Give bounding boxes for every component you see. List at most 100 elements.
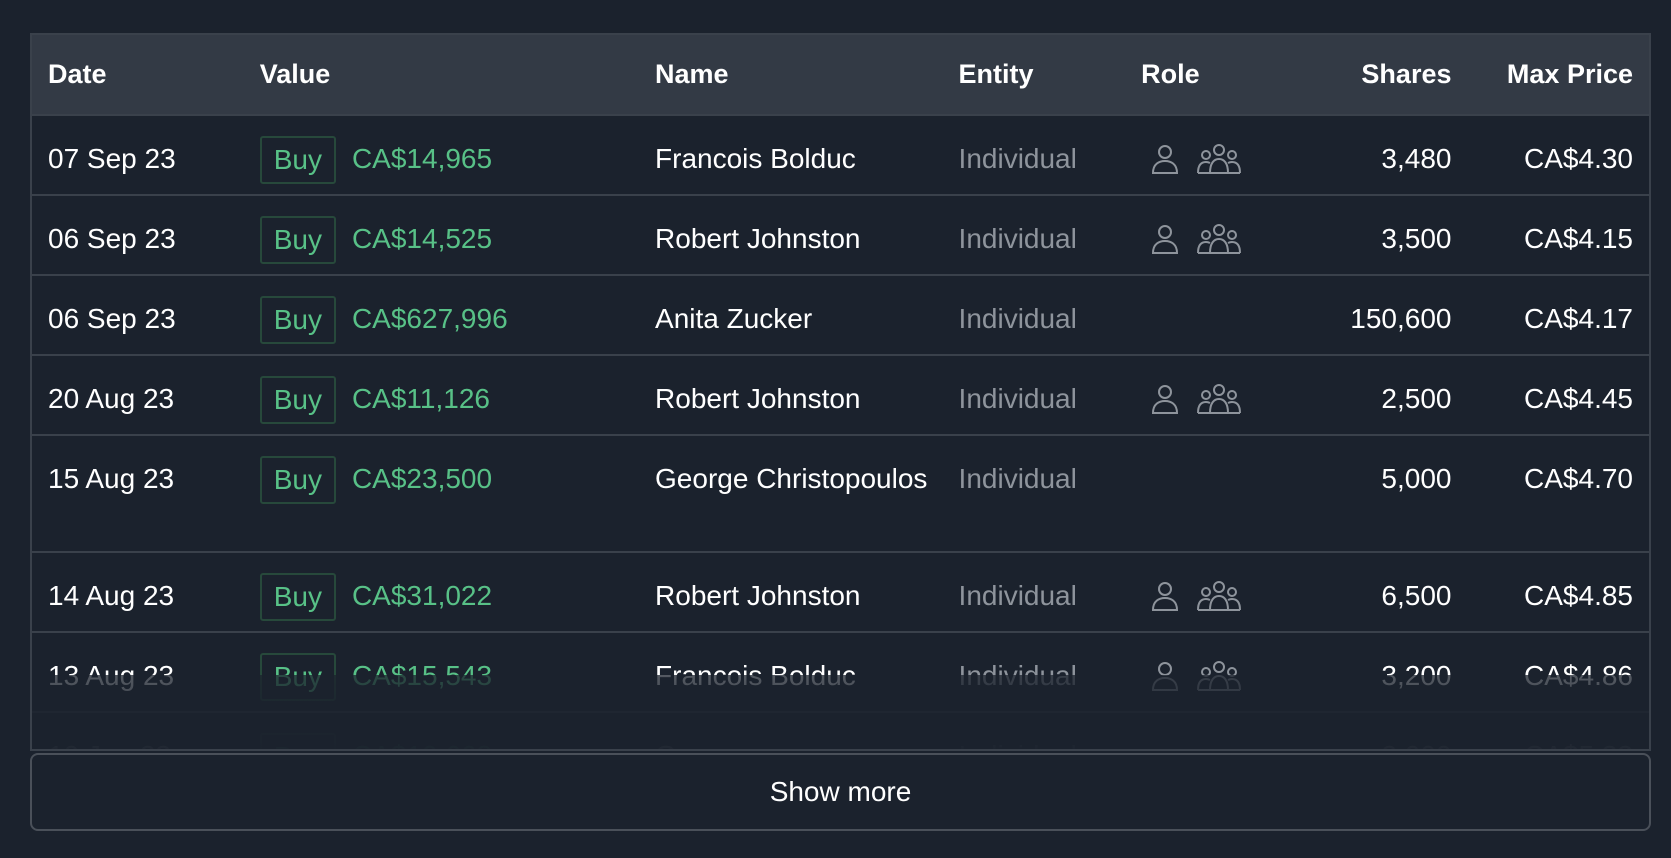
- role-icons: [1141, 378, 1242, 420]
- cell-shares: 3,500: [1287, 195, 1468, 276]
- transaction-value: CA$11,126: [351, 383, 490, 414]
- transaction-type-badge: Buy: [259, 136, 336, 184]
- role-icons: [1141, 458, 1151, 500]
- column-header-name[interactable]: Name: [639, 35, 943, 116]
- cell-role: [1125, 552, 1288, 633]
- column-header-shares[interactable]: Shares: [1287, 35, 1468, 116]
- cell-value: Buy CA$10,668: [243, 712, 640, 749]
- table-row[interactable]: 10 Jun 23 Buy CA$10,668 GeorgeIndividual 2,0…: [32, 712, 1649, 749]
- transactions-table: Date Value Name Entity Role Shares Max P…: [32, 35, 1649, 749]
- group-icon[interactable]: [1197, 581, 1242, 611]
- column-header-value[interactable]: Value: [243, 35, 640, 116]
- cell-max-price: CA$5.33: [1467, 712, 1649, 749]
- transaction-type-badge: Buy: [259, 573, 336, 621]
- person-icon[interactable]: [1151, 384, 1179, 414]
- table-row[interactable]: 13 Aug 23 Buy CA$15,543 Francois Bolduc Indi…: [32, 632, 1649, 713]
- column-header-date[interactable]: Date: [32, 35, 244, 116]
- cell-max-price: CA$4.15: [1467, 195, 1649, 276]
- cell-value: Buy CA$31,022: [243, 552, 640, 633]
- transaction-value: CA$23,500: [351, 463, 493, 494]
- cell-date: 07 Sep 23: [32, 115, 244, 196]
- transaction-type-badge: Buy: [259, 216, 336, 264]
- cell-role: [1125, 712, 1288, 749]
- column-header-role[interactable]: Role: [1125, 35, 1288, 116]
- transaction-type-badge: Buy: [259, 653, 336, 701]
- table-row[interactable]: 06 Sep 23 Buy CA$14,525 Robert Johnston Indi…: [32, 195, 1649, 276]
- cell-shares: 2,000: [1287, 712, 1468, 749]
- cell-date: 14 Aug 23: [32, 552, 244, 633]
- cell-role: [1125, 115, 1288, 196]
- insider-transactions-table: Date Value Name Entity Role Shares Max P…: [30, 33, 1651, 751]
- role-icons: [1141, 575, 1242, 617]
- transaction-value: CA$627,996: [351, 303, 508, 334]
- cell-value: Buy CA$14,525: [243, 195, 640, 276]
- transaction-value: CA$14,965: [351, 143, 493, 174]
- cell-role: [1125, 435, 1288, 553]
- transaction-type-badge: Buy: [259, 376, 336, 424]
- cell-shares: 150,600: [1287, 275, 1468, 356]
- column-header-max-price[interactable]: Max Price: [1467, 35, 1649, 116]
- transaction-type-badge: Buy: [259, 296, 336, 344]
- cell-max-price: CA$4.17: [1467, 275, 1649, 356]
- role-icons: [1141, 138, 1242, 180]
- transaction-value: CA$15,543: [351, 660, 493, 691]
- group-icon[interactable]: [1197, 384, 1242, 414]
- cell-entity: Individual: [942, 275, 1126, 356]
- cell-max-price: CA$4.30: [1467, 115, 1649, 196]
- cell-value: Buy CA$15,543: [243, 632, 640, 713]
- table-row[interactable]: 20 Aug 23 Buy CA$11,126 Robert Johnston Indi…: [32, 355, 1649, 436]
- cell-role: [1125, 195, 1288, 276]
- show-more-button[interactable]: Show more: [30, 753, 1651, 831]
- role-icons: [1141, 218, 1242, 260]
- cell-date: 13 Aug 23: [32, 632, 244, 713]
- cell-date: 15 Aug 23: [32, 435, 244, 553]
- cell-name: Robert Johnston: [639, 355, 943, 436]
- cell-shares: 3,200: [1287, 632, 1468, 713]
- column-header-entity[interactable]: Entity: [942, 35, 1126, 116]
- cell-shares: 5,000: [1287, 435, 1468, 553]
- cell-entity: Individual: [942, 552, 1126, 633]
- person-icon[interactable]: [1151, 661, 1179, 691]
- table-row[interactable]: 15 Aug 23 Buy CA$23,500 George Christopoulo…: [32, 435, 1649, 553]
- cell-entity: Individual: [942, 115, 1126, 196]
- transaction-type-badge: Buy: [259, 456, 336, 504]
- cell-date: 10 Jun 23: [32, 712, 244, 749]
- person-icon[interactable]: [1151, 224, 1179, 254]
- cell-date: 20 Aug 23: [32, 355, 244, 436]
- transaction-value: CA$10,668: [352, 740, 492, 749]
- person-icon[interactable]: [1151, 144, 1179, 174]
- cell-shares: 6,500: [1287, 552, 1468, 633]
- cell-name: George Christopoulos: [639, 435, 943, 553]
- cell-name: Francois Bolduc: [639, 115, 943, 196]
- table-row[interactable]: 06 Sep 23 Buy CA$627,996 Anita Zucker Indivi…: [32, 275, 1649, 356]
- cell-shares: 2,500: [1287, 355, 1468, 436]
- group-icon[interactable]: [1197, 661, 1242, 691]
- cell-entity: Individual: [942, 355, 1126, 436]
- cell-value: Buy CA$14,965: [243, 115, 640, 196]
- cell-entity: Individual: [942, 435, 1126, 553]
- person-icon[interactable]: [1151, 581, 1179, 611]
- role-icons: [1141, 298, 1151, 340]
- cell-shares: 3,480: [1287, 115, 1468, 196]
- cell-entity: Individual: [942, 712, 1126, 749]
- cell-max-price: CA$4.45: [1467, 355, 1649, 436]
- cell-entity: Individual: [942, 632, 1126, 713]
- table-row[interactable]: 14 Aug 23 Buy CA$31,022 Robert Johnston Indi…: [32, 552, 1649, 633]
- cell-role: [1125, 355, 1288, 436]
- cell-name: Robert Johnston: [639, 552, 943, 633]
- group-icon[interactable]: [1197, 224, 1242, 254]
- group-icon[interactable]: [1197, 144, 1242, 174]
- cell-name: George: [639, 712, 943, 749]
- role-icons: [1141, 735, 1151, 749]
- cell-max-price: CA$4.86: [1467, 632, 1649, 713]
- cell-date: 06 Sep 23: [32, 275, 244, 356]
- transaction-value: CA$14,525: [351, 223, 493, 254]
- cell-date: 06 Sep 23: [32, 195, 244, 276]
- cell-value: Buy CA$23,500: [243, 435, 640, 553]
- transaction-value: CA$31,022: [351, 580, 493, 611]
- cell-name: Anita Zucker: [639, 275, 943, 356]
- table-header-row: Date Value Name Entity Role Shares Max P…: [32, 35, 1649, 116]
- cell-max-price: CA$4.85: [1467, 552, 1649, 633]
- table-row[interactable]: 07 Sep 23 Buy CA$14,965 Francois Bolduc Indi…: [32, 115, 1649, 196]
- role-icons: [1141, 655, 1242, 697]
